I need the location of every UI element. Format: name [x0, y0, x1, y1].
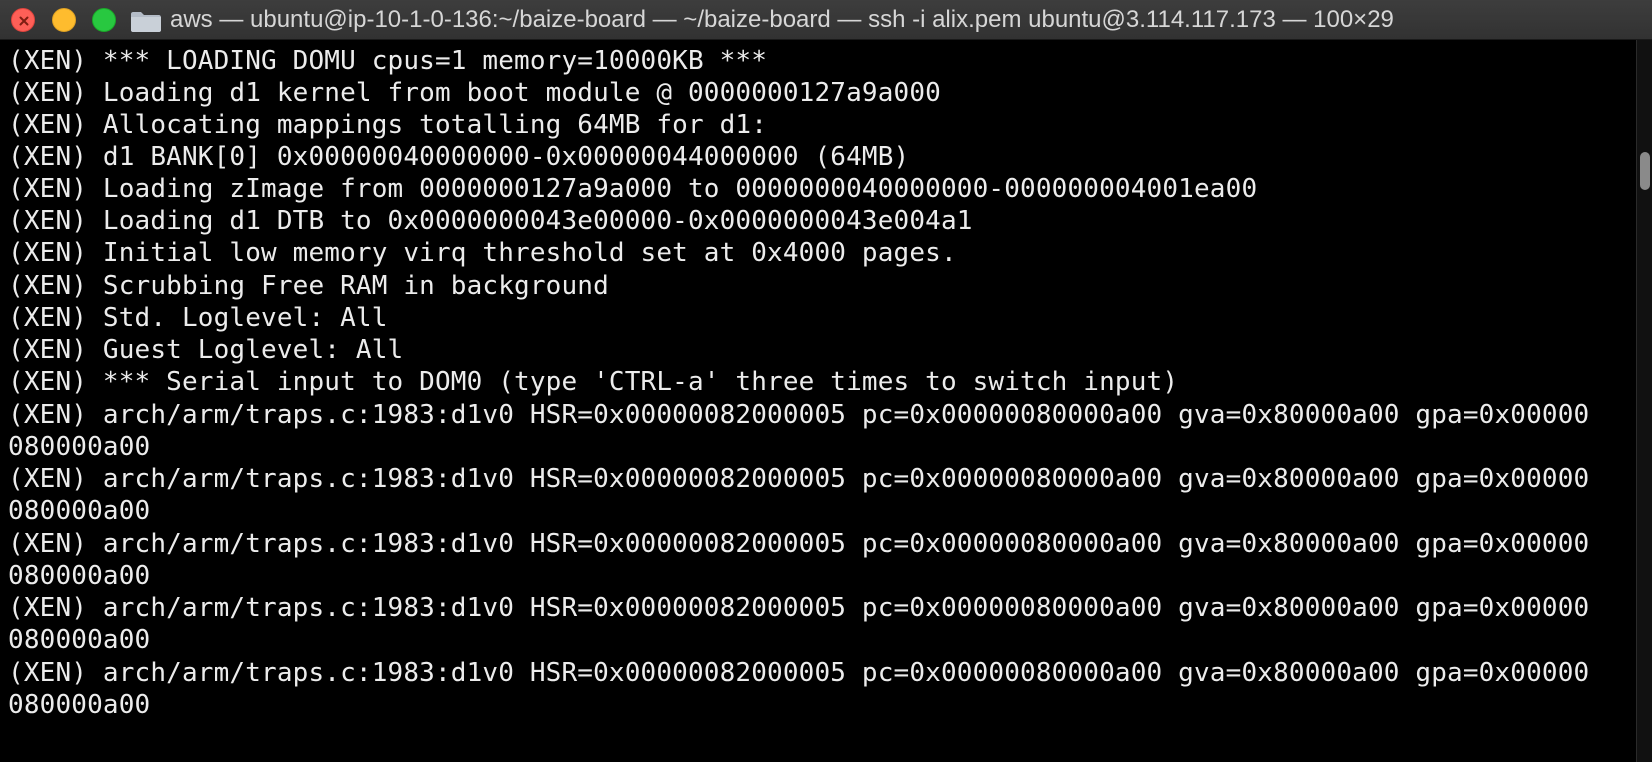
terminal-line: (XEN) Allocating mappings totalling 64MB…: [8, 110, 768, 140]
terminal-line: (XEN) Initial low memory virq threshold …: [8, 238, 957, 268]
zoom-button[interactable]: [92, 8, 116, 32]
terminal-output[interactable]: (XEN) *** LOADING DOMU cpus=1 memory=100…: [0, 44, 1636, 762]
terminal-line: (XEN) d1 BANK[0] 0x00000040000000-0x0000…: [8, 142, 910, 172]
minimize-button[interactable]: [52, 8, 76, 32]
folder-icon: [131, 12, 161, 32]
terminal-window: aws — ubuntu@ip-10-1-0-136:~/baize-board…: [0, 0, 1652, 762]
terminal-line: 080000a00: [8, 690, 151, 720]
terminal-line: (XEN) arch/arm/traps.c:1983:d1v0 HSR=0x0…: [8, 658, 1590, 688]
terminal-line: (XEN) Std. Loglevel: All: [8, 303, 388, 333]
terminal-line: (XEN) Loading d1 DTB to 0x0000000043e000…: [8, 206, 973, 236]
close-icon: [19, 16, 29, 26]
terminal-line: (XEN) Loading zImage from 0000000127a9a0…: [8, 174, 1258, 204]
vertical-scrollbar[interactable]: [1636, 40, 1652, 762]
scrollbar-thumb[interactable]: [1640, 152, 1650, 190]
terminal-line: 080000a00: [8, 561, 151, 591]
terminal-line: 080000a00: [8, 625, 151, 655]
terminal-line: (XEN) Scrubbing Free RAM in background: [8, 271, 609, 301]
terminal-line: 080000a00: [8, 496, 151, 526]
terminal-line: (XEN) arch/arm/traps.c:1983:d1v0 HSR=0x0…: [8, 593, 1590, 623]
terminal-line: (XEN) *** Serial input to DOM0 (type 'CT…: [8, 367, 1179, 397]
close-button[interactable]: [11, 8, 35, 32]
window-title: aws — ubuntu@ip-10-1-0-136:~/baize-board…: [170, 6, 1394, 33]
title-bar[interactable]: aws — ubuntu@ip-10-1-0-136:~/baize-board…: [0, 0, 1652, 40]
terminal-line: (XEN) arch/arm/traps.c:1983:d1v0 HSR=0x0…: [8, 400, 1590, 430]
terminal-line: (XEN) arch/arm/traps.c:1983:d1v0 HSR=0x0…: [8, 529, 1590, 559]
terminal-line: (XEN) Guest Loglevel: All: [8, 335, 404, 365]
terminal-line: (XEN) *** LOADING DOMU cpus=1 memory=100…: [8, 46, 768, 76]
terminal-line: (XEN) Loading d1 kernel from boot module…: [8, 78, 941, 108]
terminal-line: 080000a00: [8, 432, 151, 462]
terminal-line: (XEN) arch/arm/traps.c:1983:d1v0 HSR=0x0…: [8, 464, 1590, 494]
